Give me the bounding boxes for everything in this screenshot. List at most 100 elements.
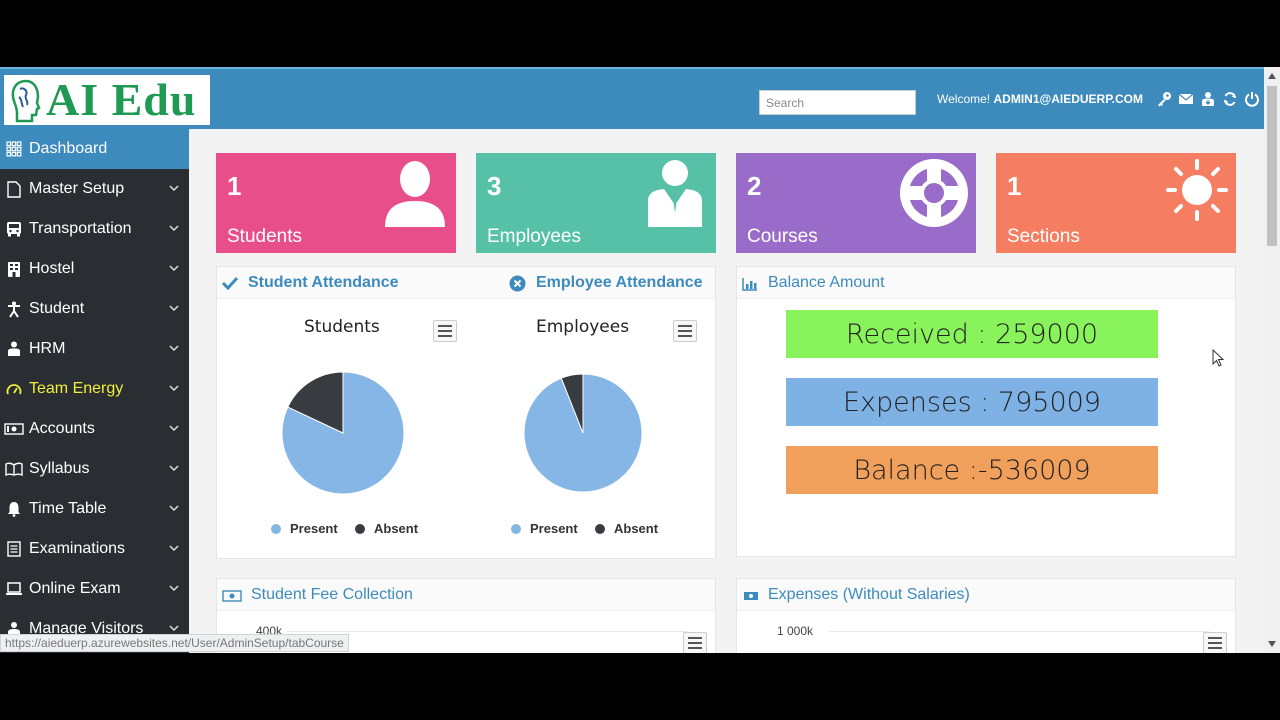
tile-count: 2 — [747, 171, 762, 201]
key-icon[interactable] — [1156, 90, 1172, 108]
employees-legend-present[interactable]: Present — [511, 521, 578, 536]
mouse-cursor-icon — [1212, 349, 1224, 367]
students-chart-title: Students — [304, 317, 380, 337]
status-url: https://aieduerp.azurewebsites.net/User/… — [0, 634, 349, 652]
expenses-axis-label: 1 000k — [777, 624, 814, 638]
chevron-down-icon[interactable] — [169, 305, 179, 312]
header-icons — [1156, 90, 1260, 108]
tile-label: Employees — [487, 226, 581, 247]
logo[interactable]: AI Edu — [4, 75, 210, 125]
refresh-icon[interactable] — [1222, 90, 1238, 108]
legend-dot-present — [271, 523, 281, 534]
gridline — [287, 631, 687, 632]
sidebar-item-student[interactable]: Student — [0, 289, 189, 329]
scrollbar-thumb[interactable] — [1267, 86, 1277, 246]
chevron-down-icon[interactable] — [169, 225, 179, 232]
welcome-text: Welcome! ADMIN1@AIEDUERP.COM — [937, 92, 1143, 106]
scroll-up-icon[interactable] — [1268, 73, 1276, 79]
tile-sections[interactable]: 1 Sections — [996, 153, 1236, 253]
legend-dot-absent — [595, 523, 605, 534]
employee-attendance-title[interactable]: Employee Attendance — [536, 274, 703, 292]
vertical-scrollbar[interactable] — [1264, 67, 1280, 653]
employees-chart-menu-button[interactable] — [673, 320, 697, 342]
sidebar-item-label: Student — [29, 300, 85, 317]
logo-text: AI Edu — [46, 74, 197, 125]
sun-icon — [1166, 159, 1228, 221]
expenses-chart-menu-button[interactable] — [1203, 632, 1227, 653]
students-legend-absent[interactable]: Absent — [355, 521, 418, 536]
expenses-panel: Expenses (Without Salaries) 1 000k — [736, 578, 1236, 653]
sidebar-item-time-table[interactable]: Time Table — [0, 489, 189, 529]
balance-panel: Balance Amount Received : 259000 Expense… — [736, 266, 1236, 557]
bar-chart-icon — [742, 278, 757, 291]
sidebar-item-online-exam[interactable]: Online Exam — [0, 569, 189, 609]
money-icon — [3, 423, 25, 435]
sidebar-item-label: Examinations — [29, 540, 126, 557]
received-box: Received : 259000 — [786, 310, 1158, 358]
chevron-down-icon[interactable] — [169, 265, 179, 272]
employees-legend-absent[interactable]: Absent — [595, 521, 658, 536]
grid-icon — [3, 141, 25, 157]
attendance-panel: Student Attendance Employee Attendance S… — [216, 266, 716, 559]
student-icon — [3, 301, 25, 318]
legend-label: Present — [290, 521, 338, 536]
tile-label: Students — [227, 226, 302, 247]
user-email[interactable]: ADMIN1@AIEDUERP.COM — [993, 92, 1143, 106]
bus-icon — [3, 221, 25, 237]
chevron-down-icon[interactable] — [169, 345, 179, 352]
chevron-down-icon[interactable] — [169, 425, 179, 432]
sidebar-item-label: Transportation — [29, 220, 132, 237]
chevron-down-icon[interactable] — [169, 625, 179, 632]
legend-label: Absent — [374, 521, 419, 536]
sidebar-item-dashboard[interactable]: Dashboard — [0, 129, 189, 169]
legend-label: Absent — [614, 521, 659, 536]
sidebar-item-label: Accounts — [29, 420, 95, 437]
legend-dot-present — [511, 523, 521, 534]
chevron-down-icon[interactable] — [169, 545, 179, 552]
sidebar-item-accounts[interactable]: Accounts — [0, 409, 189, 449]
tile-label: Sections — [1007, 226, 1080, 247]
chevron-down-icon[interactable] — [169, 185, 179, 192]
tile-count: 3 — [487, 171, 502, 201]
chevron-down-icon[interactable] — [169, 505, 179, 512]
sidebar-item-hostel[interactable]: Hostel — [0, 249, 189, 289]
sidebar-item-syllabus[interactable]: Syllabus — [0, 449, 189, 489]
sidebar-item-transportation[interactable]: Transportation — [0, 209, 189, 249]
tile-employees[interactable]: 3 Employees — [476, 153, 716, 253]
fee-chart-menu-button[interactable] — [683, 632, 707, 653]
legend-label: Present — [530, 521, 578, 536]
power-icon[interactable] — [1244, 90, 1260, 108]
tile-count: 1 — [1007, 171, 1022, 201]
mail-icon[interactable] — [1178, 90, 1194, 108]
close-circle-icon — [509, 275, 526, 292]
sidebar-item-examinations[interactable]: Examinations — [0, 529, 189, 569]
employee-icon — [648, 160, 702, 227]
balance-box: Balance :-536009 — [786, 446, 1158, 494]
tile-students[interactable]: 1 Students — [216, 153, 456, 253]
scroll-down-icon[interactable] — [1268, 641, 1276, 647]
sidebar-item-team-energy[interactable]: Team Energy — [0, 369, 189, 409]
app-screen: AI Edu Welcome! ADMIN1@AIEDUERP.COM Dash… — [0, 67, 1280, 653]
file-icon — [3, 180, 25, 198]
sidebar-item-master-setup[interactable]: Master Setup — [0, 169, 189, 209]
balance-title: Balance Amount — [768, 274, 885, 291]
student-attendance-title[interactable]: Student Attendance — [248, 274, 399, 292]
building-icon — [3, 261, 25, 277]
students-legend-present[interactable]: Present — [271, 521, 338, 536]
tile-count: 1 — [227, 171, 242, 201]
sidebar-item-label: HRM — [29, 340, 66, 357]
fee-collection-title: Student Fee Collection — [251, 586, 413, 603]
sidebar-item-label: Online Exam — [29, 580, 121, 597]
sidebar-item-label: Dashboard — [29, 140, 108, 157]
sidebar-item-label: Hostel — [29, 260, 75, 277]
chevron-down-icon[interactable] — [169, 385, 179, 392]
expenses-box: Expenses : 795009 — [786, 378, 1158, 426]
students-chart-menu-button[interactable] — [433, 320, 457, 342]
sidebar-item-hrm[interactable]: HRM — [0, 329, 189, 369]
bell-icon — [3, 501, 25, 517]
user-download-icon[interactable] — [1200, 90, 1216, 108]
chevron-down-icon[interactable] — [169, 585, 179, 592]
tile-courses[interactable]: 2 Courses — [736, 153, 976, 253]
chevron-down-icon[interactable] — [169, 465, 179, 472]
search-input[interactable] — [759, 90, 916, 115]
